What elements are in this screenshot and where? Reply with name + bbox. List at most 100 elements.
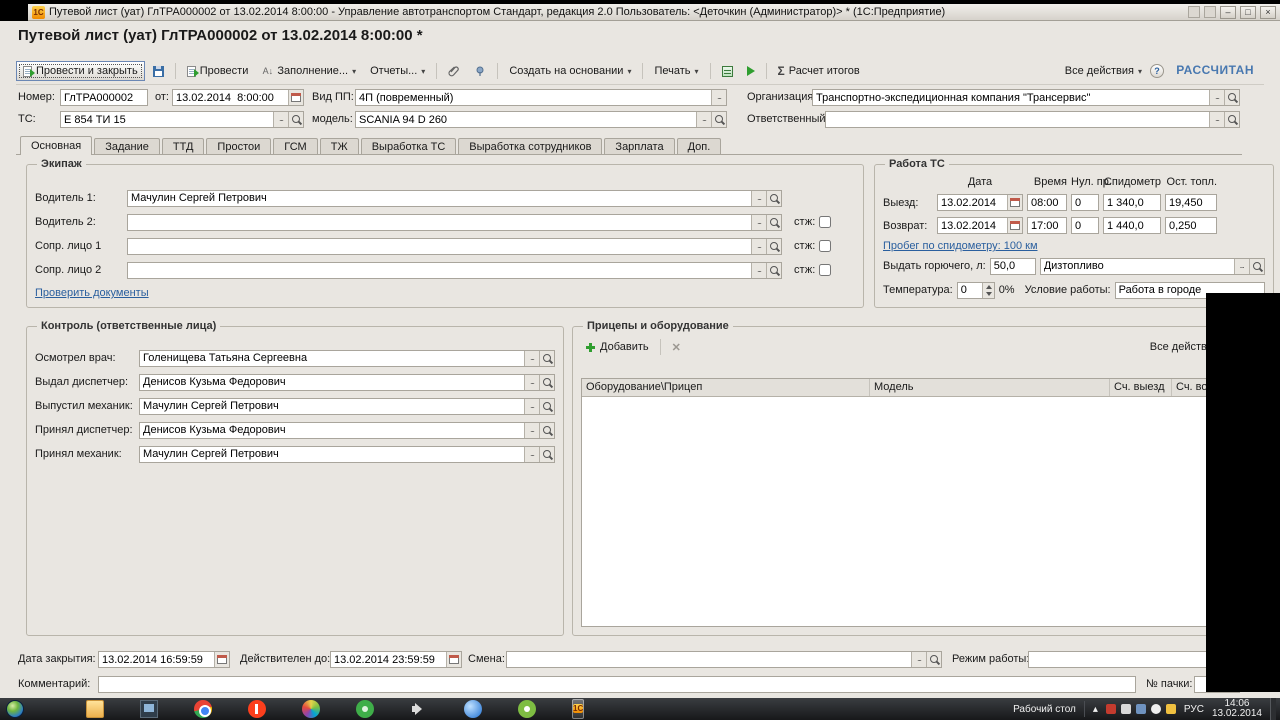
fill-menu-button[interactable]: А↓ Заполнение... ▾ <box>256 62 362 80</box>
number-input[interactable] <box>61 90 147 105</box>
search-icon[interactable] <box>288 112 303 127</box>
search-icon[interactable] <box>711 112 726 127</box>
taskbar-clock[interactable]: 14:06 13.02.2014 <box>1212 699 1262 719</box>
taskbar-icon-icq[interactable] <box>518 700 536 718</box>
tab-zadanie[interactable]: Задание <box>94 138 160 155</box>
return-date-input[interactable] <box>938 218 1007 233</box>
taskbar-icon-browser[interactable] <box>464 700 482 718</box>
ellipsis-button[interactable]: ... <box>1209 112 1224 127</box>
tab-vyrabotka-sotrudnikov[interactable]: Выработка сотрудников <box>458 138 603 155</box>
fuel-qty-input[interactable] <box>990 258 1035 274</box>
ellipsis-button[interactable]: ... <box>273 112 288 127</box>
create-based-on-button[interactable]: Создать на основании ▾ <box>503 62 637 80</box>
valid-until-input[interactable] <box>331 652 446 667</box>
search-icon[interactable] <box>1224 112 1239 127</box>
ellipsis-button[interactable]: ... <box>1233 258 1249 274</box>
comment-input[interactable] <box>99 677 1135 692</box>
taskbar-icon-green-app[interactable] <box>356 700 374 718</box>
shift-input[interactable] <box>507 652 911 667</box>
calendar-icon[interactable] <box>214 652 229 667</box>
search-icon[interactable] <box>766 214 781 230</box>
tray-expand-chevron[interactable]: ▴ <box>1093 704 1098 715</box>
return-fuel-input[interactable] <box>1166 218 1216 233</box>
mechanic-accepted-input[interactable] <box>140 446 524 462</box>
search-icon[interactable] <box>766 238 781 254</box>
tab-zarplata[interactable]: Зарплата <box>604 138 675 155</box>
tray-icon-network[interactable] <box>1135 704 1146 714</box>
delete-button[interactable]: ✕ <box>668 339 685 356</box>
maximize-button[interactable]: □ <box>1240 5 1256 19</box>
responsible-input[interactable] <box>826 112 1209 127</box>
ellipsis-button[interactable]: ... <box>751 262 766 278</box>
col-model[interactable]: Модель <box>870 379 1110 396</box>
escort1-input[interactable] <box>128 238 751 254</box>
ellipsis-button[interactable]: ... <box>751 190 766 206</box>
tab-prostoi[interactable]: Простои <box>206 138 272 155</box>
depart-speedo-input[interactable] <box>1104 195 1160 210</box>
calendar-icon[interactable] <box>288 90 303 105</box>
fuel-type-input[interactable] <box>1040 258 1234 274</box>
taskbar-icon-yandex[interactable] <box>248 700 266 718</box>
date-input[interactable] <box>173 90 288 105</box>
mileage-link[interactable]: Пробег по спидометру: 100 км <box>883 240 1038 252</box>
tray-icon-app[interactable] <box>1120 704 1131 714</box>
check-documents-link[interactable]: Проверить документы <box>35 287 149 299</box>
ellipsis-button[interactable]: ... <box>751 214 766 230</box>
search-icon[interactable] <box>539 446 554 462</box>
tab-vyrabotka-ts[interactable]: Выработка ТС <box>360 138 457 155</box>
taskbar-icon-1c[interactable]: 1С <box>573 704 584 713</box>
dispatcher-accepted-input[interactable] <box>140 422 524 438</box>
driver1-input[interactable] <box>128 190 751 206</box>
search-icon[interactable] <box>539 350 554 366</box>
search-icon[interactable] <box>766 262 781 278</box>
export-table-button[interactable] <box>716 63 739 80</box>
stz-checkbox-escort1[interactable] <box>819 240 832 252</box>
return-time-input[interactable] <box>1028 218 1066 233</box>
ellipsis-button[interactable]: ... <box>1209 90 1224 105</box>
ellipsis-button[interactable]: ... <box>911 652 926 667</box>
tab-dop[interactable]: Доп. <box>676 138 722 155</box>
return-speedo-input[interactable] <box>1104 218 1160 233</box>
tab-ttd[interactable]: ТТД <box>161 138 205 155</box>
search-icon[interactable] <box>1248 258 1264 274</box>
col-counter-out[interactable]: Сч. выезд <box>1110 379 1172 396</box>
calendar-icon[interactable] <box>1007 218 1022 233</box>
model-input[interactable] <box>356 112 696 127</box>
desktop-toolbar-label[interactable]: Рабочий стол <box>1013 704 1076 715</box>
trailers-table-body[interactable] <box>582 397 1230 626</box>
search-icon[interactable] <box>539 422 554 438</box>
doctor-input[interactable] <box>140 350 524 366</box>
depart-fuel-input[interactable] <box>1166 195 1216 210</box>
add-button[interactable]: Добавить <box>581 339 653 355</box>
search-icon[interactable] <box>539 398 554 414</box>
taskbar-icon-chrome[interactable] <box>194 700 212 718</box>
depart-date-input[interactable] <box>938 195 1007 210</box>
dispatcher-issued-input[interactable] <box>140 374 524 390</box>
mechanic-released-input[interactable] <box>140 398 524 414</box>
calendar-icon[interactable] <box>1007 195 1022 210</box>
ellipsis-button[interactable]: ... <box>524 374 539 390</box>
col-equipment[interactable]: Оборудование\Прицеп <box>582 379 870 396</box>
depart-time-input[interactable] <box>1028 195 1066 210</box>
spin-up-icon[interactable] <box>983 283 994 291</box>
ellipsis-button[interactable]: ... <box>711 90 726 105</box>
escort2-input[interactable] <box>128 262 751 278</box>
pin-button[interactable] <box>468 62 492 80</box>
tab-tzh[interactable]: ТЖ <box>319 138 359 155</box>
all-actions-button[interactable]: Все действия ▾ <box>1059 62 1148 80</box>
tab-osnovnaya[interactable]: Основная <box>20 136 93 155</box>
close-button[interactable]: × <box>1260 5 1276 19</box>
vehicle-input[interactable] <box>61 112 273 127</box>
run-button[interactable] <box>741 63 761 79</box>
start-button[interactable] <box>6 700 24 718</box>
totals-button[interactable]: Σ Расчет итогов <box>772 61 866 81</box>
calendar-icon[interactable] <box>446 652 461 667</box>
minimize-button[interactable]: – <box>1220 5 1236 19</box>
ellipsis-button[interactable]: ... <box>524 422 539 438</box>
return-nul-input[interactable] <box>1072 218 1098 233</box>
depart-nul-input[interactable] <box>1072 195 1098 210</box>
reports-menu-button[interactable]: Отчеты... ▾ <box>364 62 431 80</box>
taskbar-icon-volume-app[interactable] <box>410 700 428 718</box>
save-button[interactable] <box>147 63 170 80</box>
titlebar-calculator-icon[interactable] <box>1204 6 1216 18</box>
